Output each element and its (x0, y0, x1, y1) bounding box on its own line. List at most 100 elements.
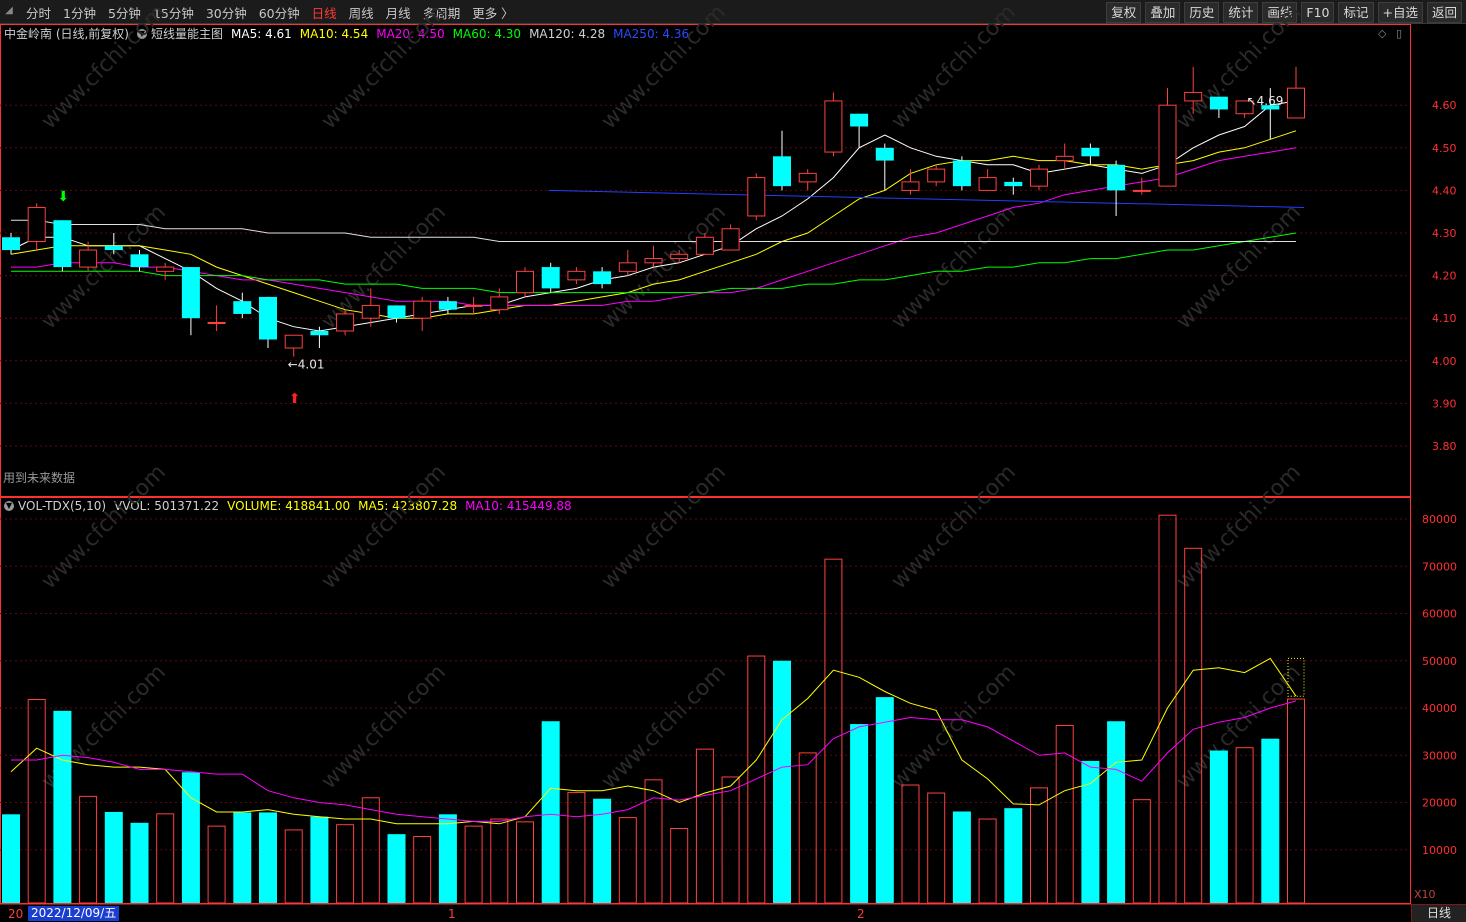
candle-body-up (747, 177, 766, 217)
candle (747, 173, 766, 221)
volume-bar-up (516, 821, 534, 904)
candle (618, 250, 637, 276)
candle-body-up (670, 253, 689, 260)
price-tick-label: 4.30 (1432, 227, 1457, 240)
candle-body-up (927, 168, 946, 183)
candle-body-up (464, 304, 483, 307)
period-label[interactable]: 日线 (1411, 905, 1466, 922)
candle-body-up (567, 270, 586, 281)
candle-body-down (875, 147, 894, 161)
watermark: www.cfchi.com (887, 460, 1021, 594)
watermark: www.cfchi.com (1172, 660, 1306, 794)
volume-bar-up (618, 817, 637, 904)
candle (413, 296, 432, 331)
volume-bar-down (875, 697, 894, 903)
price-extreme-label: ←4.01 (288, 358, 325, 372)
year-prefix: 20 (8, 907, 24, 921)
volume-tick-label: 50000 (1422, 655, 1457, 668)
volume-bar-down (53, 710, 72, 903)
candle-body-down (773, 156, 791, 187)
volume-bar-up (1287, 698, 1305, 904)
candle (1004, 177, 1023, 195)
candle (2, 233, 20, 255)
watermark: www.cfchi.com (597, 0, 731, 134)
candle (901, 169, 920, 195)
price-tick-label: 3.80 (1432, 440, 1457, 453)
candle-body-up (27, 206, 46, 243)
watermark: www.cfchi.com (317, 660, 451, 794)
candle (336, 309, 355, 336)
candle-body-up (1158, 104, 1177, 187)
price-tick-label: 3.90 (1432, 397, 1457, 410)
volume-bar-down (1004, 808, 1023, 903)
candle-body-up (79, 249, 98, 268)
watermark: www.cfchi.com (597, 460, 731, 594)
candle (233, 292, 252, 319)
price-tick-label: 4.20 (1432, 270, 1457, 283)
candle-body-up (901, 181, 920, 191)
price-ma250-line (548, 189, 1305, 208)
watermark: www.cfchi.com (37, 0, 171, 134)
candle (1132, 177, 1151, 195)
candle (1287, 66, 1305, 119)
candle-body-up (644, 258, 663, 264)
watermark: www.cfchi.com (1172, 460, 1306, 594)
candle-body-up (413, 300, 432, 319)
candle (721, 224, 740, 251)
watermark: www.cfchi.com (37, 460, 171, 594)
candle (541, 262, 560, 293)
date-axis-bar: 20 2022/12/09/五 1 2 日线 (0, 904, 1466, 922)
candle (850, 113, 869, 148)
watermark: www.cfchi.com (597, 660, 731, 794)
watermark: www.cfchi.com (887, 0, 1021, 134)
candle-body-up (695, 236, 714, 255)
candle (1209, 96, 1228, 118)
volume-bar-up (695, 748, 714, 904)
price-tick-label: 4.50 (1432, 142, 1457, 155)
buy-signal-arrow-icon: ⬆ (289, 391, 301, 407)
candle (593, 267, 612, 289)
sell-signal-arrow-icon: ⬇ (57, 189, 69, 205)
volume-bar-down (2, 814, 20, 903)
volume-bar-up (413, 836, 432, 904)
candle-body-up (1030, 168, 1048, 187)
candle-body-up (490, 296, 509, 311)
watermark: www.cfchi.com (317, 0, 451, 134)
volume-bar-up (284, 829, 303, 904)
month-marker-1: 1 (448, 907, 456, 921)
candle-body-down (541, 267, 560, 289)
volume-bar-up (27, 698, 46, 904)
volume-bar-up (1055, 724, 1074, 904)
price-tick-label: 4.10 (1432, 312, 1457, 325)
volume-bar-down (104, 811, 123, 903)
price-tick-label: 4.00 (1432, 355, 1457, 368)
month-marker-2: 2 (857, 907, 865, 921)
candle-body-down (181, 267, 200, 319)
volume-bar-down (259, 812, 277, 903)
kline-chart[interactable]: 3.80 3.90 4.00 4.10 4.20 4.30 4.40 4.50 4.60 1000… (0, 0, 1466, 922)
candle-body-down (259, 296, 277, 340)
candle (259, 296, 277, 349)
candle-body-up (1055, 155, 1074, 162)
price-tick-label: 4.60 (1432, 99, 1457, 112)
watermark: www.cfchi.com (1172, 200, 1306, 334)
volume-bar-down (387, 834, 406, 903)
candle (181, 267, 200, 336)
volume-tick-label: 20000 (1422, 797, 1457, 810)
cursor-date: 2022/12/09/五 (28, 906, 120, 921)
volume-tick-label: 60000 (1422, 608, 1457, 621)
volume-bar-up (927, 792, 946, 904)
candle-body-down (1107, 164, 1126, 191)
diamond-icon: ◇ (1378, 27, 1387, 40)
volume-tick-label: 70000 (1422, 560, 1457, 573)
volume-bar-down (1209, 750, 1228, 903)
volume-bar-down (438, 814, 457, 903)
candle-body-down (387, 305, 406, 319)
candle (824, 92, 843, 157)
candle-body-up (824, 100, 843, 153)
candle (1081, 143, 1100, 165)
volume-bar-down (541, 721, 560, 903)
candle-body-up (1184, 91, 1203, 102)
candle-body-up (284, 334, 303, 349)
volume-bar-down (1081, 760, 1100, 903)
